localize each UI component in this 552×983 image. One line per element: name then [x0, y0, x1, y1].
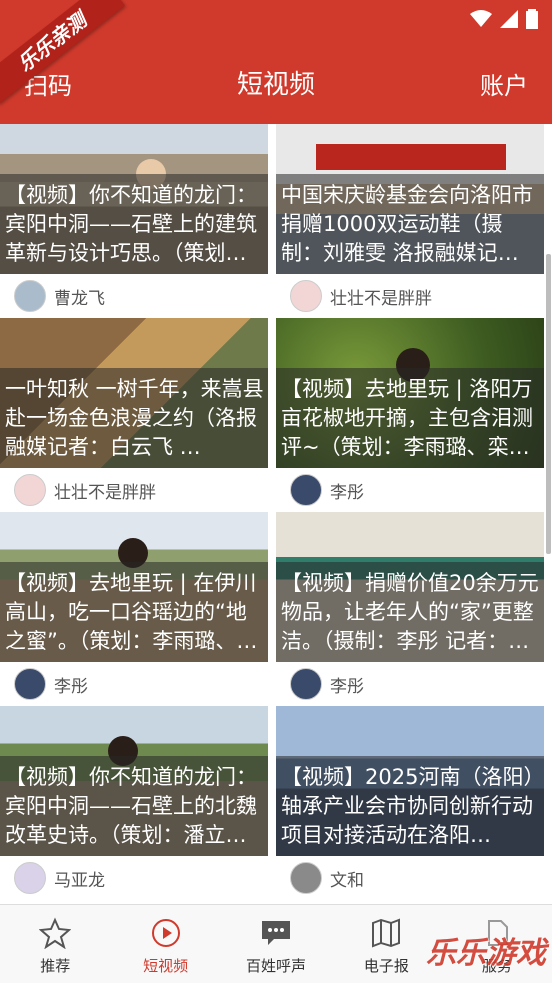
avatar	[14, 862, 46, 894]
video-thumbnail[interactable]: 中国宋庆龄基金会向洛阳市捐赠1000双运动鞋（摄制：刘雅雯 洛报融媒记者：…	[276, 124, 544, 274]
author-name: 壮壮不是胖胖	[54, 482, 156, 503]
author[interactable]: 李彤	[290, 474, 364, 506]
video-thumbnail[interactable]: 【视频】去地里玩 | 洛阳万亩花椒地开摘，主包含泪测评~（策划：李雨璐、栾…	[276, 318, 544, 468]
video-thumbnail[interactable]: 【视频】你不知道的龙门：宾阳中洞——石壁上的北魏改革史诗。（策划：潘立…	[0, 706, 268, 856]
video-grid: 【视频】你不知道的龙门：宾阳中洞——石壁上的建筑革新与设计巧思。（策划：潘立、……	[0, 124, 552, 904]
video-caption: 【视频】捐赠价值20余万元物品，让老年人的“家”更整洁。（摄制：李彤 记者：…	[281, 571, 539, 653]
account-button[interactable]: 账户	[480, 66, 528, 101]
author-name: 李彤	[330, 676, 364, 697]
video-caption: 【视频】去地里玩 | 洛阳万亩花椒地开摘，主包含泪测评~（策划：李雨璐、栾…	[281, 377, 533, 459]
author-name: 壮壮不是胖胖	[330, 288, 432, 309]
author[interactable]: 李彤	[14, 668, 88, 700]
video-card[interactable]: 【视频】去地里玩 | 洛阳万亩花椒地开摘，主包含泪测评~（策划：李雨璐、栾… 李…	[276, 318, 544, 512]
avatar	[290, 280, 322, 312]
avatar	[290, 862, 322, 894]
tab-label: 电子报	[363, 957, 409, 975]
avatar	[14, 474, 46, 506]
video-card[interactable]: 【视频】去地里玩 | 在伊川高山，吃一口谷瑶边的“地之蜜”。（策划：李雨璐、… …	[0, 512, 268, 706]
author-name: 文和	[330, 870, 364, 891]
author[interactable]: 李彤	[290, 668, 364, 700]
avatar	[14, 668, 46, 700]
video-caption: 【视频】2025河南（洛阳）轴承产业会市协同创新行动项目对接活动在洛阳…	[281, 765, 534, 847]
status-bar	[0, 0, 552, 38]
video-card[interactable]: 中国宋庆龄基金会向洛阳市捐赠1000双运动鞋（摄制：刘雅雯 洛报融媒记者：… 壮…	[276, 124, 544, 318]
avatar	[290, 474, 322, 506]
chat-bubble-icon	[262, 921, 291, 945]
video-card[interactable]: 【视频】你不知道的龙门：宾阳中洞——石壁上的北魏改革史诗。（策划：潘立… 马亚龙	[0, 706, 268, 900]
map-book-icon	[372, 918, 401, 948]
author[interactable]: 壮壮不是胖胖	[14, 474, 156, 506]
author-name: 曹龙飞	[54, 288, 105, 309]
page-title: 短视频	[236, 70, 315, 100]
avatar	[290, 668, 322, 700]
video-caption: 【视频】你不知道的龙门：宾阳中洞——石壁上的建筑革新与设计巧思。（策划：潘立、…	[5, 183, 257, 265]
author[interactable]: 曹龙飞	[14, 280, 105, 312]
video-card[interactable]: 【视频】你不知道的龙门：宾阳中洞——石壁上的建筑革新与设计巧思。（策划：潘立、……	[0, 124, 268, 318]
watermark-logo: 乐乐游戏	[426, 936, 546, 971]
author-name: 李彤	[330, 482, 364, 503]
tab-short-video[interactable]: 短视频	[110, 905, 220, 983]
video-thumbnail[interactable]: 【视频】去地里玩 | 在伊川高山，吃一口谷瑶边的“地之蜜”。（策划：李雨璐、…	[0, 512, 268, 662]
battery-icon	[526, 9, 538, 29]
author-name: 马亚龙	[54, 870, 105, 891]
scrollbar[interactable]	[546, 254, 551, 554]
signal-icon	[500, 10, 518, 28]
author[interactable]: 马亚龙	[14, 862, 105, 894]
video-card[interactable]: 【视频】捐赠价值20余万元物品，让老年人的“家”更整洁。（摄制：李彤 记者：… …	[276, 512, 544, 706]
tab-recommend[interactable]: 推荐	[0, 905, 110, 983]
video-thumbnail[interactable]: 【视频】你不知道的龙门：宾阳中洞——石壁上的建筑革新与设计巧思。（策划：潘立、…	[0, 124, 268, 274]
video-caption: 【视频】你不知道的龙门：宾阳中洞——石壁上的北魏改革史诗。（策划：潘立…	[5, 765, 257, 847]
video-caption: 一叶知秋 一树千年，来嵩县赴一场金色浪漫之约（洛报融媒记者：白云飞 …	[5, 377, 264, 459]
video-card[interactable]: 【视频】2025河南（洛阳）轴承产业会市协同创新行动项目对接活动在洛阳… 文和	[276, 706, 544, 900]
tab-label: 百姓呼声	[246, 957, 307, 975]
author[interactable]: 壮壮不是胖胖	[290, 280, 432, 312]
play-circle-icon	[151, 919, 180, 947]
video-caption: 中国宋庆龄基金会向洛阳市捐赠1000双运动鞋（摄制：刘雅雯 洛报融媒记者：…	[281, 183, 533, 265]
author[interactable]: 文和	[290, 862, 364, 894]
star-icon	[39, 917, 72, 949]
video-thumbnail[interactable]: 【视频】捐赠价值20余万元物品，让老年人的“家”更整洁。（摄制：李彤 记者：…	[276, 512, 544, 662]
tab-label: 推荐	[40, 957, 71, 975]
tab-label: 短视频	[143, 957, 189, 975]
author-name: 李彤	[54, 676, 88, 697]
app-header: 扫码 短视频 账户	[0, 38, 552, 124]
wifi-icon	[470, 10, 492, 27]
video-thumbnail[interactable]: 【视频】2025河南（洛阳）轴承产业会市协同创新行动项目对接活动在洛阳…	[276, 706, 544, 856]
video-thumbnail[interactable]: 一叶知秋 一树千年，来嵩县赴一场金色浪漫之约（洛报融媒记者：白云飞 …	[0, 318, 268, 468]
tab-citizen-voice[interactable]: 百姓呼声	[221, 905, 331, 983]
video-caption: 【视频】去地里玩 | 在伊川高山，吃一口谷瑶边的“地之蜜”。（策划：李雨璐、…	[5, 571, 258, 653]
video-card[interactable]: 一叶知秋 一树千年，来嵩县赴一场金色浪漫之约（洛报融媒记者：白云飞 … 壮壮不是…	[0, 318, 268, 512]
avatar	[14, 280, 46, 312]
